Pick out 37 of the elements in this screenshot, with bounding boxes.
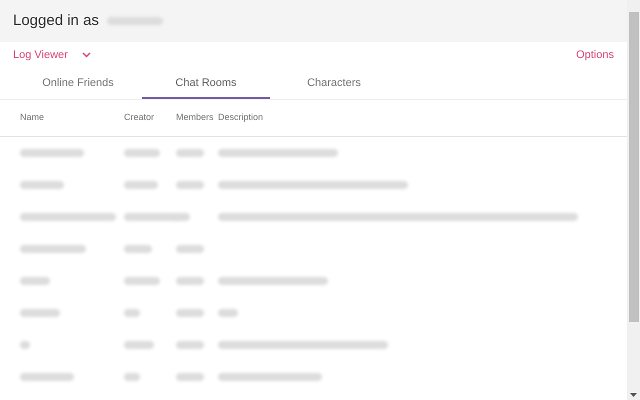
scrollbar[interactable] [627, 0, 640, 400]
redacted-text [124, 181, 158, 189]
redacted-text [20, 373, 74, 381]
redacted-text [176, 149, 204, 157]
redacted-text [176, 245, 204, 253]
redacted-text [20, 309, 60, 317]
log-viewer-dropdown[interactable]: Log Viewer [13, 46, 91, 64]
redacted-text [176, 309, 204, 317]
column-header: Name [20, 111, 46, 124]
redacted-text [124, 149, 160, 157]
column-header: Creator [124, 111, 156, 124]
column-header: Members [176, 111, 215, 124]
tab[interactable]: Characters [270, 70, 398, 99]
redacted-text [176, 181, 204, 189]
redacted-text [20, 149, 84, 157]
redacted-text [124, 309, 140, 317]
tab[interactable]: Online Friends [14, 70, 142, 99]
scrollbar-thumb[interactable] [628, 12, 638, 322]
redacted-text [176, 277, 204, 285]
redacted-text [20, 277, 50, 285]
redacted-text [20, 341, 30, 349]
redacted-text [124, 245, 152, 253]
chevron-down-icon [82, 52, 91, 58]
redacted-text [106, 17, 163, 25]
scroll-down-icon [630, 393, 637, 397]
redacted-text [176, 373, 204, 381]
redacted-text [176, 341, 204, 349]
tab[interactable]: Chat Rooms [142, 70, 270, 99]
redacted-text [20, 181, 64, 189]
redacted-text [20, 245, 86, 253]
header-title: Logged in as [13, 10, 99, 31]
redacted-text [124, 277, 160, 285]
redacted-text [124, 373, 140, 381]
options-link[interactable]: Options [576, 46, 614, 64]
redacted-text [124, 341, 154, 349]
redacted-text [218, 309, 238, 317]
column-header: Description [218, 111, 264, 124]
